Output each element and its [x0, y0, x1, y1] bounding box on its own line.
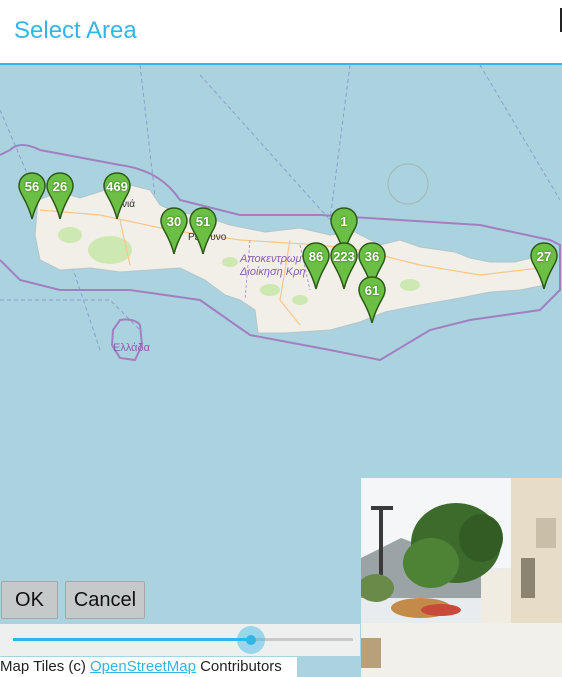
- slider-thumb[interactable]: [246, 635, 256, 645]
- dialog-title: Select Area: [14, 17, 137, 44]
- marker-count: 36: [364, 249, 380, 264]
- dialog-title-bar: Select Area: [0, 0, 562, 65]
- marker-count: 469: [106, 179, 128, 194]
- attribution-prefix: Map Tiles (c): [0, 658, 91, 675]
- slider-fill: [13, 638, 251, 641]
- map-marker[interactable]: 61: [358, 276, 386, 324]
- country-label: Ελλάδα: [113, 342, 151, 354]
- area-slider[interactable]: [0, 624, 360, 656]
- photo-image: [361, 478, 562, 677]
- marker-count: 61: [364, 283, 380, 298]
- openstreetmap-link[interactable]: OpenStreetMap: [90, 658, 196, 675]
- marker-count: 51: [195, 214, 211, 229]
- map-attribution: Map Tiles (c) OpenStreetMap Contributors: [0, 657, 297, 677]
- ok-button[interactable]: OK: [1, 581, 58, 619]
- map-marker[interactable]: 469: [103, 172, 131, 220]
- marker-count: 26: [52, 179, 68, 194]
- area-photo-thumbnail[interactable]: [361, 478, 562, 677]
- map-marker[interactable]: 51: [189, 207, 217, 255]
- map-marker[interactable]: 27: [530, 242, 558, 290]
- marker-count: 27: [536, 249, 552, 264]
- marker-count: 1: [340, 214, 348, 229]
- attribution-suffix: Contributors: [195, 658, 282, 675]
- map-marker[interactable]: 26: [46, 172, 74, 220]
- cancel-button[interactable]: Cancel: [65, 581, 145, 619]
